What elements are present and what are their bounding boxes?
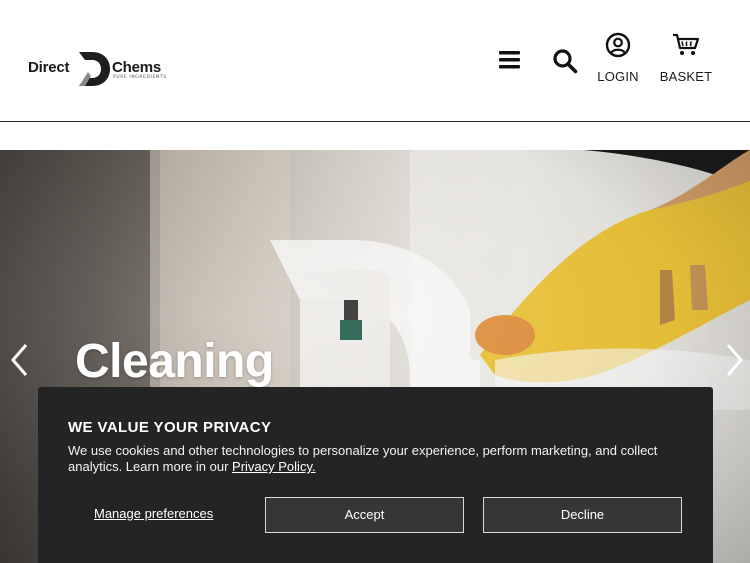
manage-preferences-link[interactable]: Manage preferences xyxy=(94,506,213,521)
chevron-left-icon xyxy=(11,344,28,376)
basket-button[interactable]: BASKET xyxy=(654,32,718,88)
logo-word-direct: Direct xyxy=(28,59,70,76)
logo-tagline: PURE INGREDIENTS xyxy=(113,75,167,80)
site-header: Direct Chems PURE INGREDIENTS LOGIN BASK… xyxy=(0,0,750,122)
hamburger-menu-icon xyxy=(499,51,520,69)
privacy-policy-link[interactable]: Privacy Policy. xyxy=(232,459,316,474)
cookie-banner-text: We use cookies and other technologies to… xyxy=(68,443,678,475)
decline-button[interactable]: Decline xyxy=(483,497,682,533)
slider-next-button[interactable] xyxy=(722,340,748,380)
directchems-logo[interactable]: Direct Chems PURE INGREDIENTS xyxy=(28,50,170,88)
hero-title: Cleaning xyxy=(75,335,274,388)
cookie-banner-title: WE VALUE YOUR PRIVACY xyxy=(68,419,272,436)
login-label: LOGIN xyxy=(597,69,639,84)
cookie-consent-banner: WE VALUE YOUR PRIVACY We use cookies and… xyxy=(38,387,713,563)
basket-label: BASKET xyxy=(659,69,713,84)
menu-button[interactable] xyxy=(498,48,522,72)
user-circle-icon xyxy=(605,32,631,58)
logo-d-mark-icon xyxy=(79,52,110,86)
login-button[interactable]: LOGIN xyxy=(590,32,646,88)
accept-button[interactable]: Accept xyxy=(265,497,464,533)
chevron-right-icon xyxy=(726,344,743,376)
search-button[interactable] xyxy=(552,48,578,74)
cookie-banner-body: We use cookies and other technologies to… xyxy=(68,443,658,474)
shopping-cart-icon xyxy=(673,33,700,55)
slider-prev-button[interactable] xyxy=(6,340,32,380)
logo-word-chems: Chems xyxy=(112,59,162,76)
search-icon xyxy=(553,49,578,74)
